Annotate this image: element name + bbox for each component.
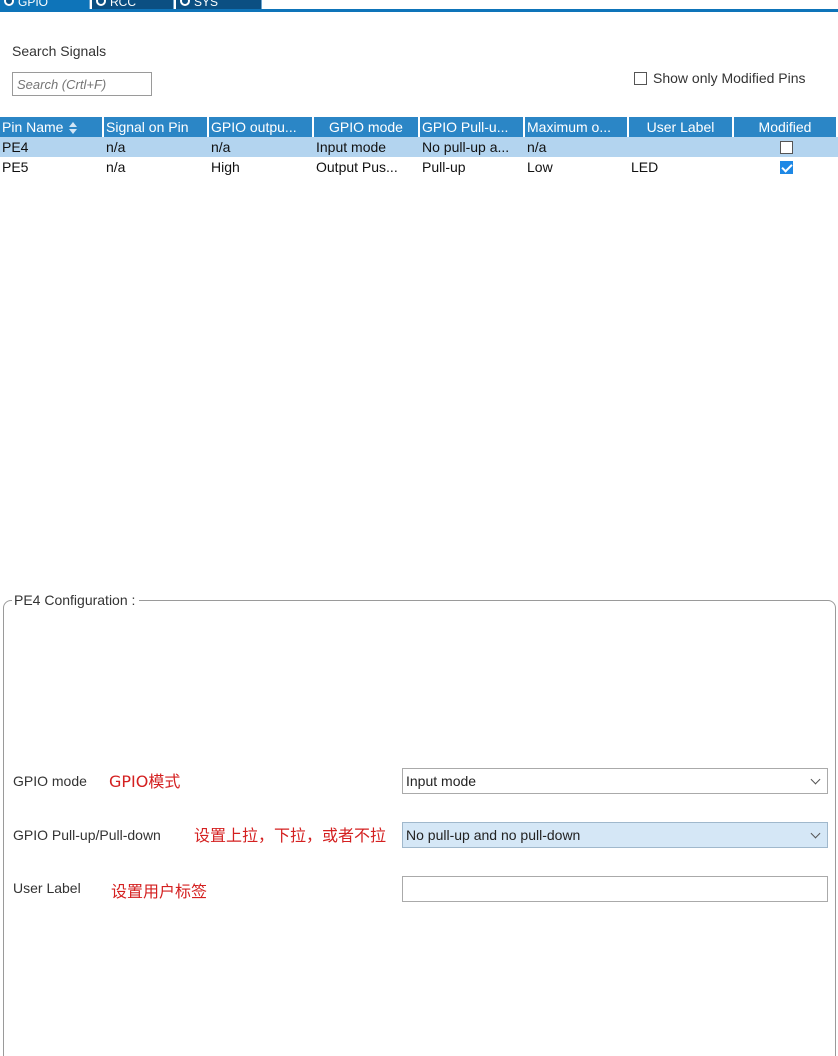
- column-header-user-label[interactable]: User Label: [629, 117, 734, 137]
- gpio-mode-select[interactable]: Input mode: [402, 768, 828, 794]
- cell-output: High: [209, 157, 314, 177]
- pull-value: No pull-up and no pull-down: [406, 827, 581, 843]
- gpio-mode-annotation: GPIO模式: [109, 772, 181, 791]
- table-row[interactable]: PE4 n/a n/a Input mode No pull-up a... n…: [0, 137, 838, 157]
- search-signals-title: Search Signals: [12, 43, 107, 59]
- show-modified-label: Show only Modified Pins: [653, 70, 806, 86]
- cell-pin: PE4: [0, 137, 104, 157]
- column-header-gpio-output[interactable]: GPIO outpu...: [209, 117, 314, 137]
- cell-signal: n/a: [104, 137, 209, 157]
- modified-checkbox[interactable]: [779, 160, 793, 174]
- user-label-input[interactable]: [402, 876, 828, 902]
- gpio-mode-value: Input mode: [406, 773, 477, 789]
- cell-mode: Output Pus...: [314, 157, 420, 177]
- cell-mode: Input mode: [314, 137, 420, 157]
- cell-user-label: LED: [629, 157, 734, 177]
- radio-dot-icon: [96, 0, 106, 6]
- pull-select[interactable]: No pull-up and no pull-down: [402, 822, 828, 848]
- gpio-mode-label: GPIO mode: [13, 773, 87, 789]
- show-modified-checkbox[interactable]: [634, 71, 647, 85]
- cell-signal: n/a: [104, 157, 209, 177]
- search-input[interactable]: [12, 72, 152, 96]
- pull-label: GPIO Pull-up/Pull-down: [13, 827, 161, 843]
- cell-speed: Low: [525, 157, 629, 177]
- column-header-signal[interactable]: Signal on Pin: [104, 117, 209, 137]
- cell-pin: PE5: [0, 157, 104, 177]
- chevron-down-icon: [810, 828, 821, 839]
- tab-underline: [0, 9, 838, 12]
- show-only-modified-toggle[interactable]: Show only Modified Pins: [634, 70, 806, 86]
- peripheral-tab-strip: GPIO RCC SYS: [0, 0, 838, 14]
- cell-modified: [734, 157, 838, 177]
- column-header-gpio-mode[interactable]: GPIO mode: [314, 117, 420, 137]
- cell-pull: No pull-up a...: [420, 137, 525, 157]
- configuration-title: PE4 Configuration :: [12, 592, 140, 608]
- cell-output: n/a: [209, 137, 314, 157]
- column-header-modified[interactable]: Modified: [734, 117, 838, 137]
- cell-user-label: [629, 137, 734, 157]
- cell-speed: n/a: [525, 137, 629, 157]
- cell-modified: [734, 137, 838, 157]
- radio-dot-icon: [4, 0, 14, 6]
- pin-table: Pin Name Signal on Pin GPIO outpu... GPI…: [0, 117, 838, 177]
- column-header-pin-name[interactable]: Pin Name: [0, 117, 104, 137]
- user-label-annotation: 设置用户标签: [111, 882, 208, 901]
- column-header-pull[interactable]: GPIO Pull-u...: [420, 117, 525, 137]
- column-header-max-speed[interactable]: Maximum o...: [525, 117, 629, 137]
- radio-dot-icon: [180, 0, 190, 6]
- pull-annotation: 设置上拉，下拉，或者不拉: [194, 826, 387, 845]
- table-row[interactable]: PE5 n/a High Output Pus... Pull-up Low L…: [0, 157, 838, 177]
- table-header: Pin Name Signal on Pin GPIO outpu... GPI…: [0, 117, 838, 137]
- chevron-down-icon: [810, 774, 821, 785]
- user-label-label: User Label: [13, 880, 81, 896]
- sort-arrows-icon: [69, 121, 78, 134]
- cell-pull: Pull-up: [420, 157, 525, 177]
- modified-checkbox[interactable]: [779, 140, 793, 154]
